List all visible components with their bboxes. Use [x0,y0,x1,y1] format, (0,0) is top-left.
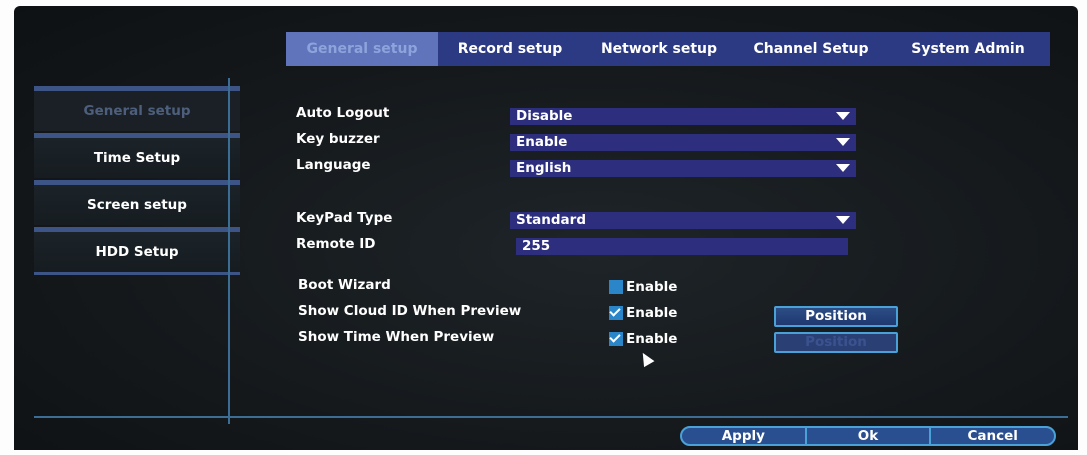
auto-logout-value: Disable [516,108,573,124]
sidebar-item-time-setup[interactable]: Time Setup [34,133,240,178]
boot-wizard-checkbox[interactable]: Enable [609,279,677,295]
keypad-type-label: KeyPad Type [296,210,393,226]
remote-id-input[interactable]: 255 [516,238,848,255]
cloud-id-position-button[interactable]: Position [774,306,898,327]
checkbox-checked-icon[interactable] [609,306,623,320]
dropdown-arrow-icon[interactable] [836,164,850,172]
remote-id-value: 255 [522,238,551,254]
sidebar-item-general-setup[interactable]: General setup [34,86,240,131]
time-position-button[interactable]: Position [774,332,898,353]
keypad-type-value: Standard [516,212,586,228]
show-time-option: Enable [626,331,678,347]
show-time-checkbox[interactable]: Enable [609,331,677,347]
cancel-button[interactable]: Cancel [931,428,1054,444]
dropdown-arrow-icon[interactable] [836,112,850,120]
mouse-cursor-icon [637,349,655,368]
tab-system-admin[interactable]: System Admin [886,32,1050,66]
sidebar-item-label: General setup [83,103,191,119]
footer-divider [34,416,1068,418]
ok-button[interactable]: Ok [807,428,932,444]
boot-wizard-label: Boot Wizard [298,277,391,293]
action-button-bar: Apply Ok Cancel [680,426,1056,446]
apply-button[interactable]: Apply [682,428,807,444]
show-cloud-id-label: Show Cloud ID When Preview [298,303,522,319]
show-cloud-id-checkbox[interactable]: Enable [609,305,677,321]
dropdown-arrow-icon[interactable] [836,216,850,224]
key-buzzer-select[interactable]: Enable [510,134,856,151]
sidebar-item-label: Screen setup [87,197,187,213]
auto-logout-label: Auto Logout [296,105,390,121]
key-buzzer-label: Key buzzer [296,131,380,147]
key-buzzer-value: Enable [516,134,568,150]
language-value: English [516,160,572,176]
boot-wizard-option: Enable [626,279,678,295]
tab-record-setup[interactable]: Record setup [438,32,582,66]
remote-id-label: Remote ID [296,236,376,252]
dropdown-arrow-icon[interactable] [836,138,850,146]
checkbox-icon[interactable] [609,280,623,294]
dvr-settings-screen: General setup Record setup Network setup… [14,6,1078,450]
sidebar-item-hdd-setup[interactable]: HDD Setup [34,227,240,275]
tab-channel-setup[interactable]: Channel Setup [736,32,886,66]
sidebar-item-label: HDD Setup [95,244,179,260]
tab-general-setup[interactable]: General setup [286,32,438,66]
checkbox-checked-icon[interactable] [609,332,623,346]
keypad-type-select[interactable]: Standard [510,212,856,229]
language-label: Language [296,157,371,173]
show-cloud-id-option: Enable [626,305,678,321]
sidebar-item-label: Time Setup [93,150,181,166]
sidebar: General setup Time Setup Screen setup HD… [34,86,240,277]
sidebar-item-screen-setup[interactable]: Screen setup [34,180,240,225]
language-select[interactable]: English [510,160,856,177]
auto-logout-select[interactable]: Disable [510,108,856,125]
show-time-label: Show Time When Preview [298,329,495,345]
top-tab-bar: General setup Record setup Network setup… [286,32,1050,66]
tab-network-setup[interactable]: Network setup [582,32,736,66]
sidebar-divider [228,78,230,424]
